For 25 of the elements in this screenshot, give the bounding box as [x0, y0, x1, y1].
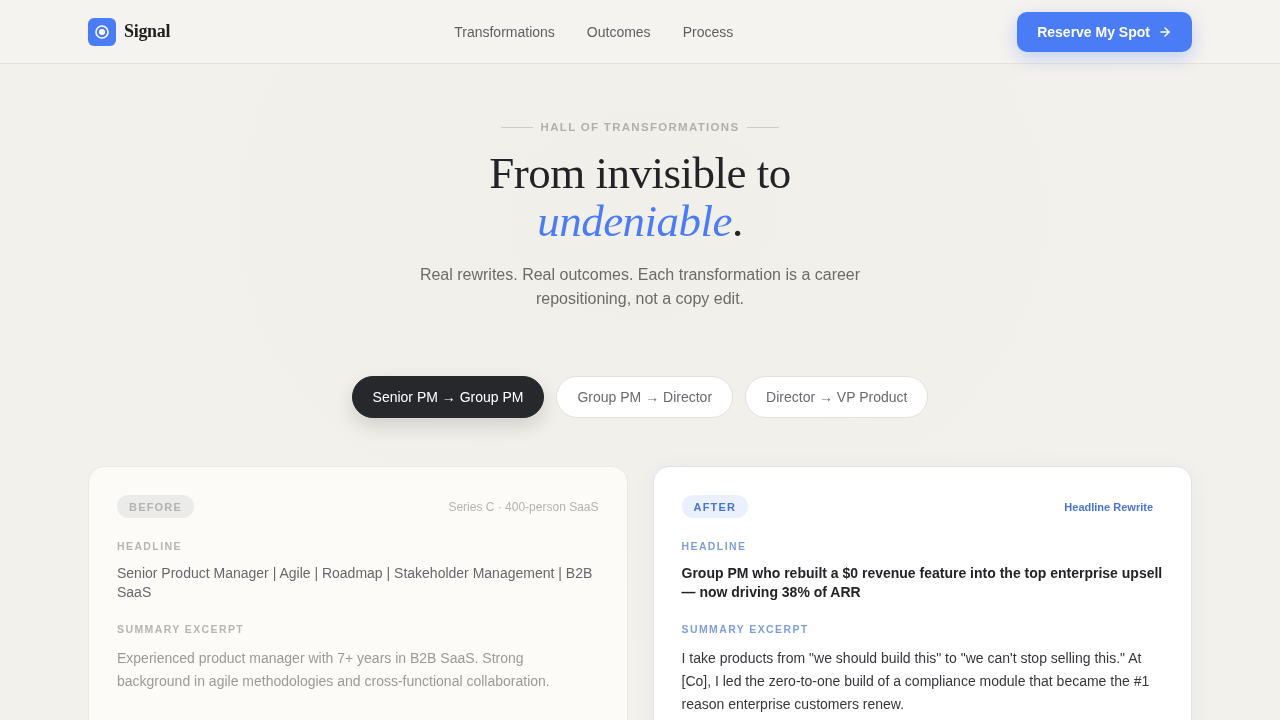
transformation-tab[interactable]: Group PM → Director — [556, 376, 734, 418]
brand-name: Signal — [124, 21, 171, 42]
transformation-tab[interactable]: Director → VP Product — [745, 376, 929, 418]
rewrite-type-label: Headline Rewrite — [1064, 500, 1154, 513]
hero-title: From invisible to undeniable. — [489, 149, 791, 245]
summary-text: I take products from "we should build this" to "we can't stop selling this." At [Co], I led the zero-to-one build of a compliance module that became the #1 reason enterprise customers renew. — [681, 649, 1151, 714]
hero-subtitle: Real rewrites. Real outcomes. Each transformation is a career repositioning, not a copy edit. — [418, 265, 862, 309]
section-label: HEADLINE — [117, 540, 183, 552]
status-badge: AFTER — [681, 495, 749, 518]
company-meta: Series C · 400-person SaaS — [448, 499, 599, 514]
reserve-button[interactable]: Reserve My Spot — [1017, 11, 1192, 52]
logo-icon — [88, 17, 116, 46]
section-label: SUMMARY EXCERPT — [117, 623, 246, 635]
section-label: SUMMARY EXCERPT — [681, 623, 810, 635]
nav-link[interactable]: Outcomes — [586, 23, 651, 40]
headline-text: Senior Product Manager | Agile | Roadmap | Stakeholder Management | B2B SaaS — [117, 564, 594, 602]
headline-text: Group PM who rebuilt a $0 revenue feature into the top enterprise upsell — now driving 38% of ARR — [681, 564, 1164, 602]
status-badge: BEFORE — [117, 495, 195, 518]
nav-link[interactable]: Transformations — [454, 23, 555, 40]
eyebrow-label: HALL OF TRANSFORMATIONS — [540, 121, 740, 133]
summary-text: Experienced product manager with 7+ years in B2B SaaS. Strong background in agile methodologies and cross-functional collaboration. — [117, 649, 551, 691]
nav-link[interactable]: Process — [682, 23, 734, 40]
section-label: HEADLINE — [681, 540, 748, 552]
arrow-right-icon — [1158, 24, 1172, 39]
transformation-tab[interactable]: Senior PM → Group PM — [351, 376, 545, 418]
